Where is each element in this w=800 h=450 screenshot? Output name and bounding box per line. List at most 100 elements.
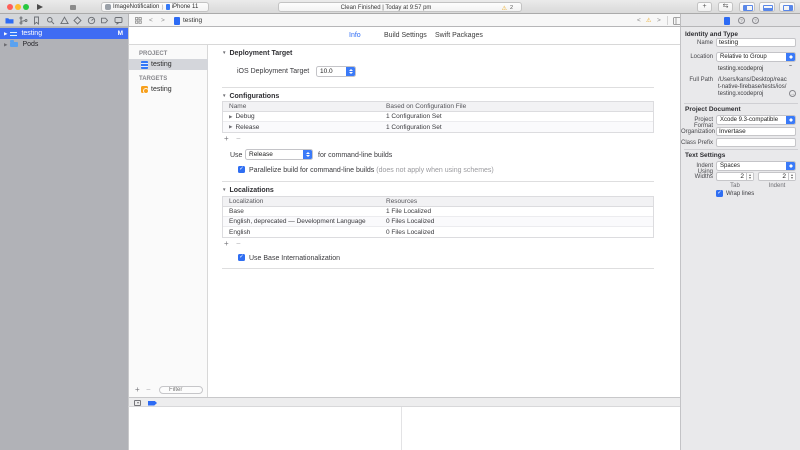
toggle-navigator-button[interactable] [739,2,755,12]
history-inspector-icon[interactable]: ? [738,17,745,24]
file-icon [174,17,180,25]
find-navigator-icon[interactable] [46,16,55,25]
xcode-window: ImageNotification ⟩ iPhone 11 Clean Fini… [0,0,800,450]
debug-bar [128,397,680,407]
wrap-lines-checkbox[interactable]: ✓ [716,190,723,197]
add-target-button[interactable]: + [135,386,140,394]
breakpoint-navigator-icon[interactable] [100,16,109,25]
remove-configuration-button[interactable]: − [236,135,241,143]
run-button[interactable] [37,4,43,10]
disclosure-open-icon[interactable]: ▼ [222,50,226,55]
class-prefix-field[interactable] [716,138,796,147]
tab-caption: Tab [716,183,754,189]
breadcrumb-separator: ⟩ [161,4,163,11]
project-navigator-icon[interactable] [5,16,14,25]
tab-swift-packages[interactable]: Swift Packages [435,32,483,39]
configurations-section-header[interactable]: ▼Configurations [222,93,279,100]
hide-debug-area-icon[interactable] [134,400,141,406]
tab-build-settings[interactable]: Build Settings [384,32,427,39]
name-field[interactable] [716,38,796,47]
close-window-button[interactable] [7,4,13,10]
warning-count-badge[interactable]: 2 [510,5,513,11]
symbol-navigator-icon[interactable] [32,16,41,25]
breakpoints-toggle-icon[interactable] [148,401,157,406]
section-divider [222,181,654,182]
stop-button[interactable] [70,5,76,11]
table-row[interactable]: English, deprecated — Development Langua… [223,217,653,227]
disclosure-closed-icon[interactable]: ▶ [229,124,232,130]
base-internationalization-checkbox[interactable]: ✓ [238,254,245,261]
localizations-table: Localization Resources Base 1 File Local… [222,196,654,238]
popup-arrows-icon [346,67,355,76]
popup-arrows-icon [786,162,795,170]
jumpbar-file-name[interactable]: testing [183,17,202,24]
class-prefix-label: Class Prefix [681,140,713,146]
disclosure-closed-icon[interactable]: ▶ [229,114,232,120]
table-row[interactable]: Base 1 File Localized [223,207,653,217]
sidebar-project-item[interactable]: testing [129,59,209,70]
sidebar-target-item[interactable]: testing [129,84,209,95]
target-item-label: testing [151,86,172,93]
scheme-name: ImageNotification [113,4,159,10]
popup-arrows-icon [786,53,795,61]
remove-localization-button[interactable]: − [236,240,241,248]
table-row[interactable]: ▶Release 1 Configuration Set [223,122,653,132]
previous-issue-button[interactable]: < [637,17,641,24]
tab-info[interactable]: Info [349,32,361,39]
toggle-inspectors-button[interactable] [779,2,795,12]
disclosure-icon[interactable]: ▶ [4,31,7,37]
location-popup[interactable]: Relative to Group [716,52,796,62]
table-row[interactable]: ▶Debug 1 Configuration Set [223,112,653,122]
test-navigator-icon[interactable] [73,16,82,25]
code-review-button[interactable]: ⇆ [718,2,733,12]
stepper-arrows-icon[interactable] [746,173,753,180]
identity-section-header: Identity and Type [685,31,738,38]
sidebar-filter-input[interactable] [159,386,203,394]
parallelize-checkbox[interactable]: ✓ [238,166,245,173]
tab-width-stepper[interactable]: 2 [716,172,754,181]
table-header-row: Localization Resources [223,197,653,207]
build-status-text: Clean Finished | Today at 9:57 pm [279,5,493,11]
project-document-section-header: Project Document [685,106,741,113]
warning-icon[interactable]: ⚠ [502,5,507,12]
localizations-section-header[interactable]: ▼Localizations [222,187,274,194]
minimize-window-button[interactable] [15,4,21,10]
deployment-target-section-header[interactable]: ▼Deployment Target [222,50,292,57]
open-full-path-arrow-icon[interactable]: → [789,90,796,97]
navigator-row-testing[interactable]: ▶ testing M [0,28,128,39]
scheme-selector[interactable]: ImageNotification ⟩ iPhone 11 [101,2,209,12]
stepper-arrows-icon[interactable] [788,173,795,180]
issue-navigator-icon[interactable] [60,16,69,25]
disclosure-open-icon[interactable]: ▼ [222,187,226,192]
indent-width-stepper[interactable]: 2 [758,172,796,181]
zoom-window-button[interactable] [23,4,29,10]
report-navigator-icon[interactable] [114,16,123,25]
add-localization-button[interactable]: + [224,240,229,248]
source-control-navigator-icon[interactable] [19,16,28,25]
toggle-debug-area-button[interactable] [759,2,775,12]
file-inspector-icon[interactable] [724,17,730,25]
add-editor-button[interactable]: + [697,2,712,12]
inspector-tab-bar: ? ? [680,14,800,27]
parallelize-note: (does not apply when using schemes) [376,167,494,174]
issue-warning-icon[interactable]: ⚠ [646,17,651,24]
add-configuration-button[interactable]: + [224,135,229,143]
back-button[interactable]: < [149,17,153,24]
console-divider[interactable] [401,407,402,450]
project-format-popup[interactable]: Xcode 9.3-compatible [716,115,796,125]
ios-deployment-target-popup[interactable]: 10.0 [316,66,356,77]
disclosure-icon[interactable]: ▶ [4,42,7,48]
next-issue-button[interactable]: > [657,17,661,24]
indent-using-popup[interactable]: Spaces [716,161,796,171]
forward-button[interactable]: > [161,17,165,24]
disclosure-open-icon[interactable]: ▼ [222,93,226,98]
debug-navigator-icon[interactable] [87,16,96,25]
organization-field[interactable] [716,127,796,136]
navigator-row-pods[interactable]: ▶ Pods [0,39,128,50]
remove-target-button[interactable]: − [146,386,151,394]
command-line-config-popup[interactable]: Release [245,149,313,160]
table-row[interactable]: English 0 Files Localized [223,227,653,237]
quick-help-inspector-icon[interactable]: ? [752,17,759,24]
related-items-icon[interactable] [135,17,142,26]
full-path-value: /Users/kans/Desktop/react-native-firebas… [718,77,788,98]
